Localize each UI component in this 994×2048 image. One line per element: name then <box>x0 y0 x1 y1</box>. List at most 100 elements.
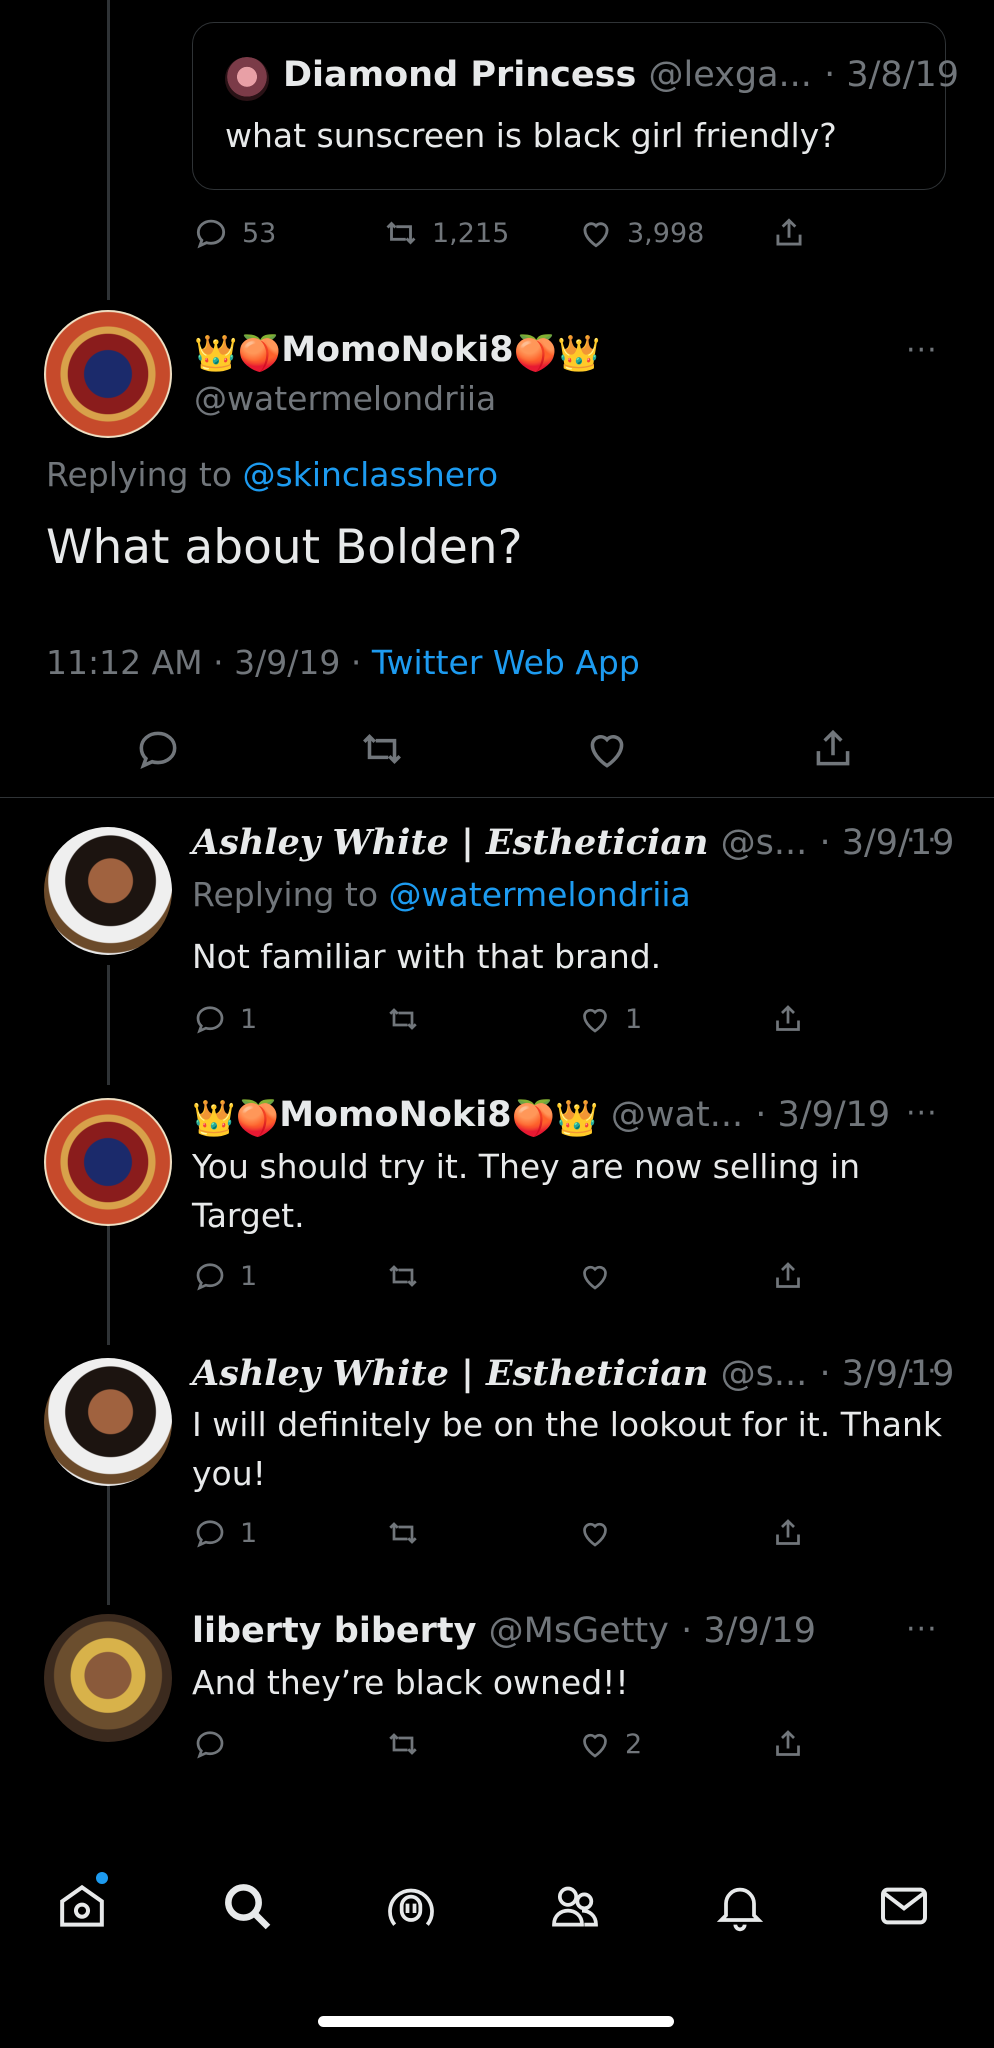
reply-date: · 3/9/19 <box>681 1611 816 1651</box>
like-icon <box>583 1733 607 1758</box>
avatar[interactable] <box>44 1358 172 1486</box>
like-count: 1 <box>625 1003 643 1035</box>
avatar[interactable] <box>44 1098 172 1226</box>
like-button[interactable]: 3,998 <box>577 208 704 258</box>
quoted-tweet-handle: @lexga... <box>648 55 812 95</box>
like-button[interactable] <box>577 1251 613 1301</box>
main-tweet-time[interactable]: 11:12 AM · 3/9/19 · <box>46 643 361 682</box>
communities-icon[interactable] <box>547 1878 603 1934</box>
replying-to-line: Replying to @watermelondriia <box>192 875 691 914</box>
retweet-count: 1,215 <box>432 217 510 249</box>
share-icon <box>816 729 850 766</box>
share-button[interactable] <box>770 208 808 258</box>
retweet-button[interactable] <box>385 1508 421 1558</box>
reply-actions: 1 1 <box>192 994 832 1044</box>
main-tweet-author[interactable]: 👑🍑MomoNoki8🍑👑 <box>194 330 601 374</box>
reply-button[interactable]: 1 <box>192 1251 257 1301</box>
main-tweet-handle[interactable]: @watermelondriia <box>194 379 496 418</box>
tweet-source-link[interactable]: Twitter Web App <box>372 643 640 682</box>
reply-button[interactable] <box>192 1719 228 1769</box>
reply-button[interactable]: 53 <box>192 208 276 258</box>
reply-count: 53 <box>242 217 277 249</box>
retweet-button[interactable] <box>385 1719 421 1769</box>
home-icon[interactable] <box>54 1872 110 1934</box>
retweet-icon <box>389 1008 417 1030</box>
quoted-tweet-author: Diamond Princess @lexga... · 3/8/19 <box>283 55 960 95</box>
reply-author[interactable]: 👑🍑MomoNoki8🍑👑 @wat... · 3/9/19 <box>192 1095 890 1139</box>
thread-line <box>107 965 110 1085</box>
thread-line <box>107 1480 110 1605</box>
more-options-icon[interactable]: ··· <box>906 333 938 368</box>
reply-button[interactable] <box>133 724 183 778</box>
crown-emoji-icon: 👑 <box>557 334 601 374</box>
quoted-tweet-text: what sunscreen is black girl friendly? <box>225 116 837 155</box>
peach-emoji-icon: 🍑 <box>511 1099 556 1139</box>
retweet-button[interactable] <box>357 724 407 778</box>
reply-actions: 1 <box>192 1508 832 1558</box>
reply-icon <box>196 1006 224 1034</box>
like-icon <box>583 222 609 248</box>
share-button[interactable] <box>770 1508 806 1558</box>
avatar[interactable] <box>44 827 172 955</box>
avatar[interactable] <box>225 57 269 101</box>
reply-text: And they’re black owned!! <box>192 1663 629 1702</box>
retweet-button[interactable]: 1,215 <box>382 208 509 258</box>
reply-text-line: You should try it. They are now selling … <box>192 1147 861 1186</box>
reply-author[interactable]: Ashley White | Esthetician @s... · 3/9/1… <box>192 822 954 863</box>
share-button[interactable] <box>770 1719 806 1769</box>
more-options-icon[interactable]: ··· <box>906 1612 938 1647</box>
retweet-icon <box>363 733 401 765</box>
reply-button[interactable]: 1 <box>192 994 257 1044</box>
spaces-icon[interactable] <box>383 1878 439 1934</box>
replying-to-link[interactable]: @skinclasshero <box>243 455 499 494</box>
reply-text-line: I will definitely be on the lookout for … <box>192 1405 943 1444</box>
thread-line <box>107 1220 110 1345</box>
crown-emoji-icon: 👑 <box>555 1099 599 1139</box>
like-button[interactable]: 2 <box>577 1719 642 1769</box>
retweet-icon <box>389 1733 417 1755</box>
main-tweet-text: What about Bolden? <box>46 520 523 575</box>
share-icon <box>776 1519 800 1545</box>
share-button[interactable] <box>808 724 858 778</box>
avatar[interactable] <box>44 1614 172 1742</box>
retweet-button[interactable] <box>385 1251 421 1301</box>
peach-emoji-icon: 🍑 <box>235 1099 280 1139</box>
home-indicator[interactable] <box>318 2016 674 2027</box>
reply-text: I will definitely be on the lookout for … <box>192 1400 942 1498</box>
more-options-icon[interactable]: ··· <box>906 1096 938 1131</box>
notifications-icon[interactable] <box>712 1878 768 1934</box>
like-button[interactable] <box>577 1508 613 1558</box>
like-button[interactable] <box>582 724 632 778</box>
bottom-nav <box>0 1850 994 1980</box>
like-count: 2 <box>625 1728 643 1760</box>
divider <box>0 797 994 798</box>
reply-icon <box>196 1263 224 1291</box>
more-options-icon[interactable]: ··· <box>906 1354 938 1389</box>
like-button[interactable]: 1 <box>577 994 642 1044</box>
thread-line <box>107 0 110 300</box>
reply-date: · 3/9/19 <box>755 1095 891 1135</box>
replying-to-link[interactable]: @watermelondriia <box>389 875 691 914</box>
reply-handle: @s... <box>720 1354 808 1394</box>
reply-count: 1 <box>240 1517 258 1549</box>
reply-text: Not familiar with that brand. <box>192 937 662 976</box>
reply-icon <box>139 731 177 769</box>
like-icon <box>583 1265 607 1290</box>
reply-actions: 2 <box>192 1719 832 1769</box>
share-button[interactable] <box>770 1251 806 1301</box>
reply-button[interactable]: 1 <box>192 1508 257 1558</box>
messages-icon[interactable] <box>876 1878 932 1934</box>
search-icon[interactable] <box>219 1878 275 1934</box>
quoted-tweet[interactable]: Diamond Princess @lexga... · 3/8/19 what… <box>192 22 959 190</box>
share-icon <box>776 1005 800 1031</box>
reply-author[interactable]: Ashley White | Esthetician @s... · 3/9/1… <box>192 1353 954 1394</box>
retweet-icon <box>389 1265 417 1287</box>
retweet-button[interactable] <box>385 994 421 1044</box>
more-options-icon[interactable]: ··· <box>906 823 938 858</box>
reply-author[interactable]: liberty biberty @MsGetty · 3/9/19 <box>192 1611 816 1651</box>
reply-text-line: you! <box>192 1454 266 1493</box>
quoted-tweet-actions: 53 1,215 3,998 <box>192 208 832 258</box>
share-button[interactable] <box>770 994 806 1044</box>
reply-icon <box>196 1731 224 1759</box>
avatar[interactable] <box>44 310 172 438</box>
